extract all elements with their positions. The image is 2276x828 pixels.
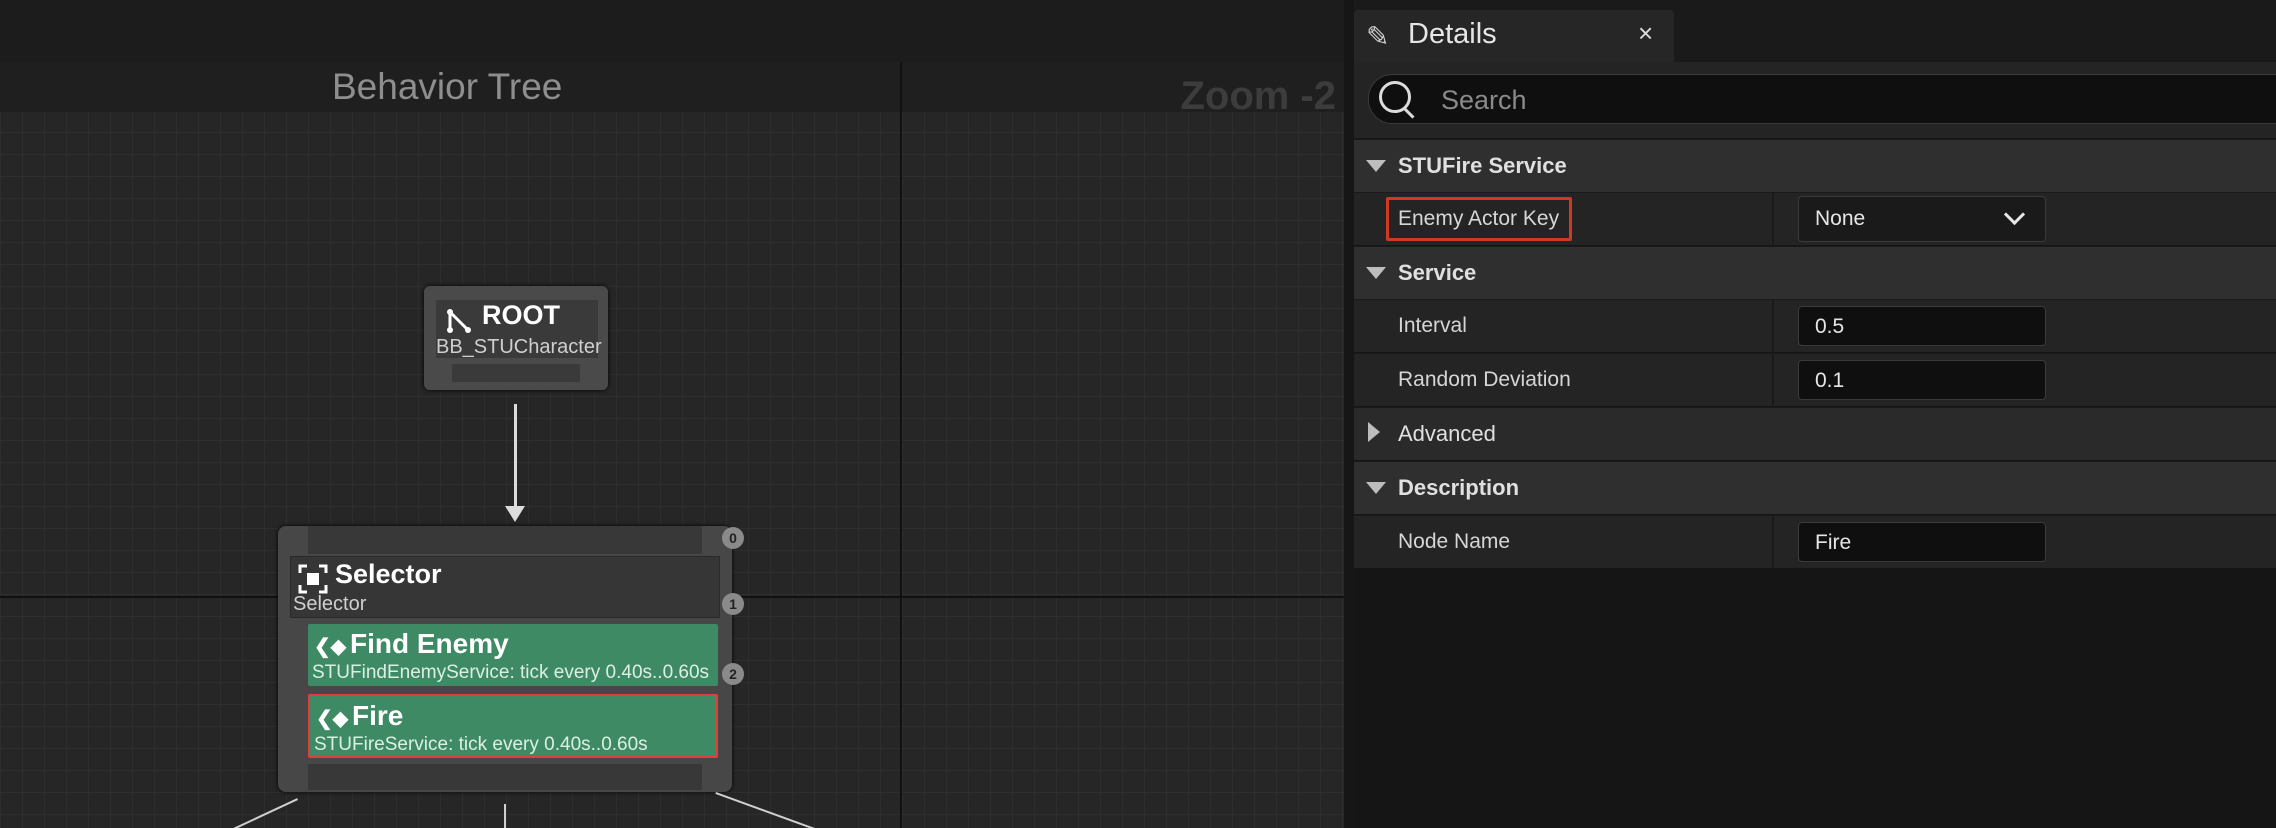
details-panel: ✎ Details × Search STUFire Service Enemy… xyxy=(1354,0,2276,828)
execution-index-badge: 0 xyxy=(722,527,744,549)
section-service[interactable]: Service xyxy=(1354,246,2276,299)
child-edge-middle xyxy=(504,804,506,828)
random-deviation-input[interactable]: 0.1 xyxy=(1798,360,2046,400)
interval-input[interactable]: 0.5 xyxy=(1798,306,2046,346)
service-icon: ❮◆ xyxy=(316,708,349,730)
root-node-header: ROOT BB_STUCharacter xyxy=(436,300,602,358)
selector-node[interactable]: Selector Selector ❮◆ Find Enemy STUFindE… xyxy=(278,526,732,792)
row-label: Random Deviation xyxy=(1398,368,1571,391)
close-icon[interactable]: × xyxy=(1638,18,1653,49)
input-value: Fire xyxy=(1815,531,1852,554)
child-edge-right xyxy=(715,792,867,828)
row-enemy-actor-key: Enemy Actor Key None xyxy=(1354,192,2276,245)
service-title: Fire xyxy=(352,700,404,731)
details-tab-bar: ✎ Details × xyxy=(1354,0,2276,62)
selector-subtitle: Selector xyxy=(293,593,367,615)
service-subtitle: STUFindEnemyService: tick every 0.40s..0… xyxy=(312,662,710,683)
expand-triangle-icon xyxy=(1366,482,1386,494)
selector-header: Selector Selector xyxy=(290,556,720,618)
root-node-title: ROOT xyxy=(482,300,560,330)
selector-icon xyxy=(298,564,328,594)
node-name-input[interactable]: Fire xyxy=(1798,522,2046,562)
section-advanced[interactable]: Advanced xyxy=(1354,407,2276,460)
service-icon: ❮◆ xyxy=(314,636,347,658)
details-tab-label: Details xyxy=(1408,18,1497,50)
section-label: STUFire Service xyxy=(1398,153,1567,178)
column-divider[interactable] xyxy=(1772,300,1774,352)
service-subtitle: STUFireService: tick every 0.40s..0.60s xyxy=(314,734,648,755)
row-interval: Interval 0.5 xyxy=(1354,299,2276,352)
graph-axis-vertical xyxy=(900,62,902,828)
section-label: Description xyxy=(1398,475,1520,500)
search-placeholder: Search xyxy=(1441,85,1527,115)
column-divider[interactable] xyxy=(1772,354,1774,406)
input-value: 0.1 xyxy=(1815,369,1845,392)
graph-title: Behavior Tree xyxy=(332,66,563,107)
section-label: Service xyxy=(1398,260,1477,285)
row-label: Enemy Actor Key xyxy=(1398,207,1560,230)
section-label: Advanced xyxy=(1398,421,1496,446)
service-title: Find Enemy xyxy=(350,628,509,659)
expand-triangle-icon xyxy=(1366,267,1386,279)
enemy-actor-key-dropdown[interactable]: None xyxy=(1798,196,2046,242)
zoom-level: Zoom -2 xyxy=(1180,74,1336,118)
dropdown-value: None xyxy=(1815,207,1866,230)
edit-pencil-icon: ✎ xyxy=(1366,21,1390,52)
root-node[interactable]: ROOT BB_STUCharacter xyxy=(424,286,608,390)
root-node-output-pin[interactable] xyxy=(452,364,580,382)
graph-title-strip xyxy=(0,62,1344,112)
input-value: 0.5 xyxy=(1815,315,1845,338)
collapse-triangle-icon xyxy=(1368,422,1380,442)
row-label: Node Name xyxy=(1398,530,1511,553)
execution-index-badge: 2 xyxy=(722,663,744,685)
search-input[interactable]: Search xyxy=(1368,74,2276,124)
root-branch-icon xyxy=(447,309,471,333)
edge-arrowhead xyxy=(505,506,525,522)
search-bar: Search xyxy=(1354,62,2276,138)
behavior-tree-graph[interactable]: Behavior Tree Zoom -2 ROOT BB_STUCharact… xyxy=(0,0,1344,828)
root-to-selector-edge xyxy=(514,404,517,510)
chevron-down-icon xyxy=(2003,203,2026,226)
child-edge-left xyxy=(215,798,298,828)
row-node-name: Node Name Fire xyxy=(1354,515,2276,568)
section-stufire-service[interactable]: STUFire Service xyxy=(1354,139,2276,192)
column-divider[interactable] xyxy=(1772,193,1774,245)
selector-input-pin[interactable] xyxy=(308,526,702,554)
search-icon xyxy=(1379,81,1411,113)
selector-output-pin[interactable] xyxy=(308,764,702,790)
service-find-enemy[interactable]: ❮◆ Find Enemy STUFindEnemyService: tick … xyxy=(308,624,718,686)
expand-triangle-icon xyxy=(1366,160,1386,172)
execution-index-badge: 1 xyxy=(722,593,744,615)
root-node-subtitle: BB_STUCharacter xyxy=(436,336,602,358)
section-description[interactable]: Description xyxy=(1354,461,2276,514)
row-label: Interval xyxy=(1398,314,1467,337)
service-fire[interactable]: ❮◆ Fire STUFireService: tick every 0.40s… xyxy=(308,694,718,758)
graph-toolbar xyxy=(0,0,1344,63)
row-random-deviation: Random Deviation 0.1 xyxy=(1354,353,2276,406)
selector-title: Selector xyxy=(335,559,442,589)
details-tab[interactable]: ✎ Details × xyxy=(1354,10,1674,62)
column-divider[interactable] xyxy=(1772,516,1774,568)
